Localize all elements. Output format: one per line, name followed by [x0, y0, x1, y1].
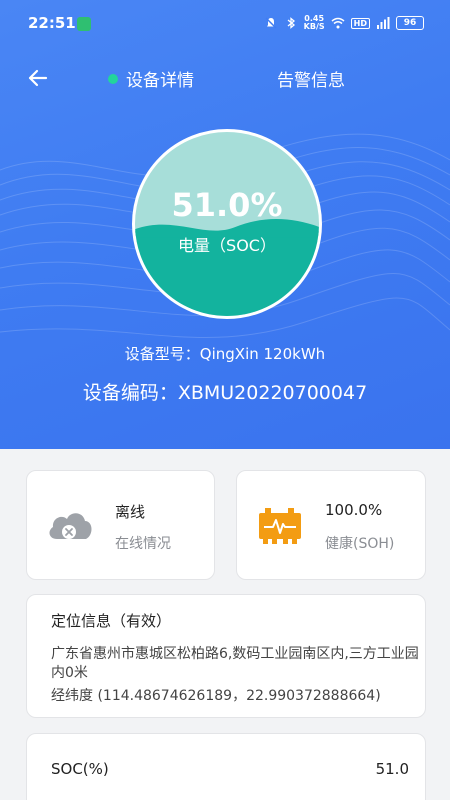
location-title: 定位信息（有效）	[51, 612, 172, 630]
soc-row-card: SOC(%) 51.0	[26, 733, 426, 800]
device-model: 设备型号：QingXin 120kWh	[124, 345, 326, 363]
location-coordinates: 经纬度 (114.48674626189，22.990372888664)	[51, 688, 381, 704]
wifi-icon	[331, 17, 345, 29]
active-dot-icon	[108, 73, 118, 84]
soh-label: 健康(SOH)	[325, 536, 395, 552]
tab-alarm-info[interactable]: 告警信息	[277, 66, 345, 91]
signal-icon	[377, 17, 390, 29]
cloud-offline-icon	[49, 513, 92, 539]
network-speed: 0.45 KB/S	[303, 14, 325, 31]
online-status-value: 离线	[115, 503, 146, 521]
location-address: 广东省惠州市惠城区松柏路6,数码工业园南区内,三方工业园内0米	[51, 646, 419, 681]
top-navigation: 设备详情 告警信息	[0, 58, 450, 98]
status-icons: 0.45 KB/S HD 96	[264, 15, 424, 31]
tab-device-detail[interactable]: 设备详情	[108, 66, 194, 91]
phone-call-icon	[77, 17, 91, 31]
status-bar: 22:51 0.45 KB/S HD 96	[0, 0, 450, 50]
soc-row-value: 51.0	[375, 760, 409, 778]
online-status-card[interactable]: 离线 在线情况	[26, 470, 215, 580]
soc-gauge-wave	[135, 219, 319, 238]
back-arrow-icon[interactable]	[24, 64, 52, 92]
soc-label: 电量（SOC）	[178, 236, 276, 255]
bluetooth-icon	[287, 17, 295, 29]
status-time: 22:51	[28, 14, 76, 32]
tab-device-detail-label: 设备详情	[126, 71, 194, 91]
online-status-label: 在线情况	[115, 536, 171, 552]
soc-gauge: 51.0% 电量（SOC）	[132, 129, 322, 319]
hd-badge: HD	[350, 17, 370, 29]
soc-row-label: SOC(%)	[51, 760, 109, 778]
battery-health-icon	[259, 508, 301, 544]
location-card[interactable]: 定位信息（有效） 广东省惠州市惠城区松柏路6,数码工业园南区内,三方工业园内0米…	[26, 594, 426, 718]
soh-card[interactable]: 100.0% 健康(SOH)	[236, 470, 426, 580]
device-code: 设备编码：XBMU20220700047	[82, 382, 368, 404]
soh-value: 100.0%	[325, 501, 383, 519]
soc-value: 51.0%	[171, 186, 283, 224]
battery-indicator: 96	[396, 16, 424, 30]
mute-bell-icon	[265, 17, 277, 29]
